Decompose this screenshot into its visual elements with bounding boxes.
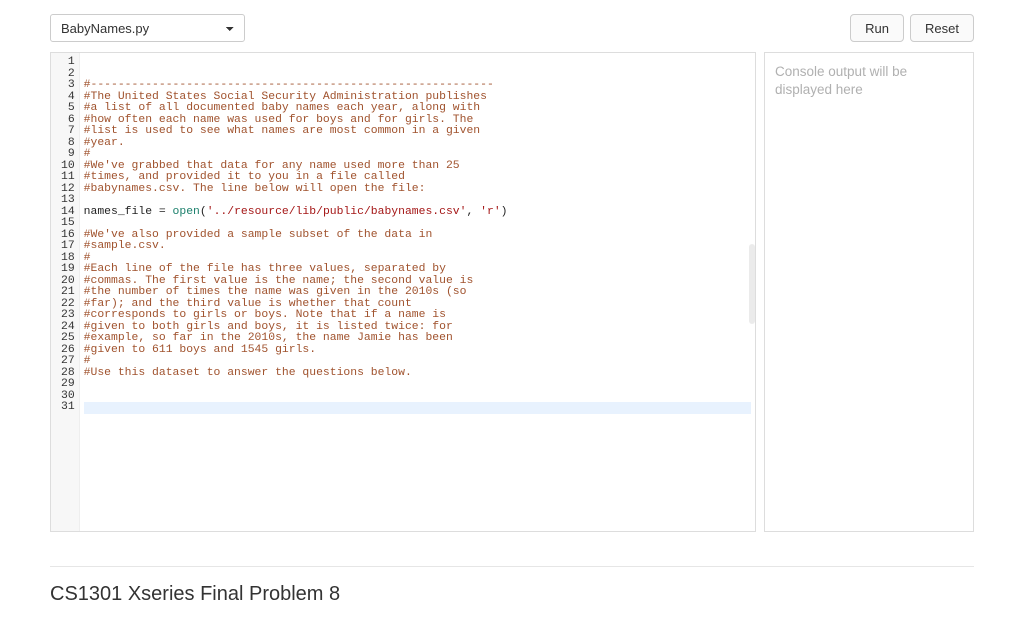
line-number: 1 — [61, 57, 75, 69]
line-number: 19 — [61, 264, 75, 276]
code-line[interactable]: #year. — [84, 138, 751, 150]
line-number: 15 — [61, 218, 75, 230]
code-line[interactable]: #list is used to see what names are most… — [84, 126, 751, 138]
code-line[interactable]: #given to 611 boys and 1545 girls. — [84, 345, 751, 357]
console-pane: Console output will be displayed here — [764, 52, 974, 532]
code-line[interactable]: #sample.csv. — [84, 241, 751, 253]
code-line[interactable]: #Use this dataset to answer the question… — [84, 368, 751, 380]
console-placeholder: Console output will be displayed here — [775, 64, 907, 97]
line-number: 25 — [61, 333, 75, 345]
line-number: 9 — [61, 149, 75, 161]
line-number: 7 — [61, 126, 75, 138]
code-line[interactable] — [84, 379, 751, 391]
editor-scrollbar[interactable] — [749, 53, 755, 531]
code-line[interactable] — [84, 425, 751, 437]
line-number: 29 — [61, 379, 75, 391]
line-number: 31 — [61, 402, 75, 414]
workspace: 1234567891011121314151617181920212223242… — [50, 52, 974, 532]
line-number: 5 — [61, 103, 75, 115]
line-number-gutter: 1234567891011121314151617181920212223242… — [51, 53, 80, 531]
line-number: 27 — [61, 356, 75, 368]
editor-pane[interactable]: 1234567891011121314151617181920212223242… — [50, 52, 756, 532]
reset-button[interactable]: Reset — [910, 14, 974, 42]
line-number: 13 — [61, 195, 75, 207]
code-line[interactable] — [84, 402, 751, 414]
problem-title: CS1301 Xseries Final Problem 8 — [50, 566, 974, 606]
button-group: Run Reset — [850, 14, 974, 42]
line-number: 3 — [61, 80, 75, 92]
line-number: 17 — [61, 241, 75, 253]
code-line[interactable]: names_file = open('../resource/lib/publi… — [84, 207, 751, 219]
code-line[interactable]: #We've also provided a sample subset of … — [84, 230, 751, 242]
line-number: 21 — [61, 287, 75, 299]
code-editor[interactable]: #---------------------------------------… — [80, 53, 755, 531]
code-line[interactable] — [84, 391, 751, 403]
code-line[interactable] — [84, 414, 751, 426]
line-number: 11 — [61, 172, 75, 184]
scrollbar-thumb[interactable] — [749, 244, 755, 324]
line-number: 23 — [61, 310, 75, 322]
code-line[interactable]: #babynames.csv. The line below will open… — [84, 184, 751, 196]
run-button[interactable]: Run — [850, 14, 904, 42]
toolbar: BabyNames.py Run Reset — [50, 14, 974, 42]
file-select[interactable]: BabyNames.py — [50, 14, 245, 42]
